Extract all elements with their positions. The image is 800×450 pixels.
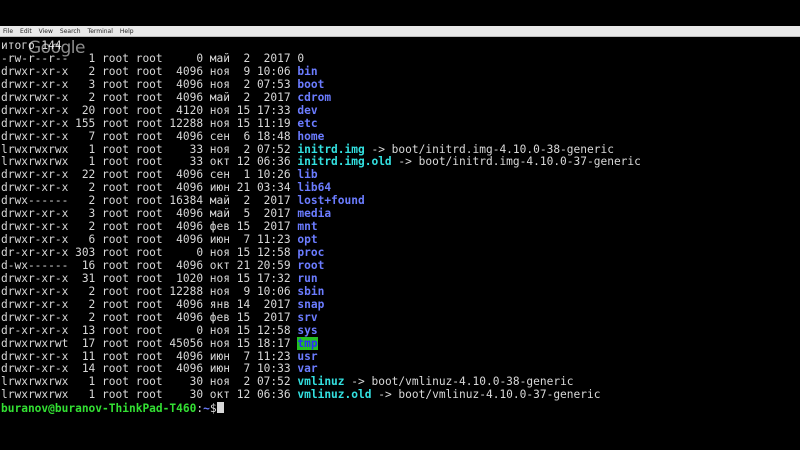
listing-meta: drwx------ 2 root root 16384 май 2 2017 [1, 194, 298, 208]
listing-meta: drwxr-xr-x 20 root root 4120 ноя 15 17:3… [1, 103, 298, 117]
listing-filename: etc [297, 116, 318, 130]
listing-filename: lost+found [297, 194, 365, 208]
listing-filename: var [297, 362, 318, 376]
listing-meta: dr-xr-xr-x 303 root root 0 ноя 15 12:58 [1, 246, 298, 259]
symlink-target: -> boot/initrd.img-4.10.0-38-generic [364, 142, 614, 156]
listing-meta: drwxr-xr-x 2 root root 4096 ноя 9 10:06 [1, 64, 298, 78]
listing-meta: drwxr-xr-x 31 root root 1020 ноя 15 17:3… [1, 271, 298, 285]
symlink-target: -> boot/initrd.img-4.10.0-37-generic [391, 155, 641, 169]
listing-meta: drwxr-xr-x 155 root root 12288 ноя 15 11… [1, 116, 298, 130]
listing-meta: drwxr-xr-x 3 root root 4096 ноя 2 07:53 [1, 77, 298, 91]
listing-filename: lib64 [297, 181, 332, 195]
listing-meta: lrwxrwxrwx 1 root root 30 окт 12 06:36 [1, 388, 298, 402]
menu-search[interactable]: Search [60, 28, 81, 35]
listing-filename: cdrom [297, 90, 332, 104]
listing-meta: drwxr-xr-x 2 root root 4096 фев 15 2017 [1, 220, 298, 234]
terminal-menu-bar: File Edit View Search Terminal Help [0, 26, 800, 37]
prompt-line[interactable]: buranov@buranov-ThinkPad-T460:~$ [0, 402, 641, 415]
listing-meta: drwxr-xr-x 11 root root 4096 июн 7 11:23 [1, 349, 298, 363]
listing-meta: lrwxrwxrwx 1 root root 33 окт 12 06:36 [1, 155, 298, 169]
video-letterbox-top [0, 0, 800, 26]
menu-terminal[interactable]: Terminal [88, 28, 113, 35]
listing-filename: lib [297, 168, 318, 182]
listing-row: lrwxrwxrwx 1 root root 30 окт 12 06:36 v… [0, 388, 641, 402]
listing-filename: home [297, 129, 325, 143]
prompt-user-host: buranov@buranov-ThinkPad-T460 [1, 402, 197, 416]
symlink-target: -> boot/vmlinuz-4.10.0-37-generic [371, 388, 601, 402]
listing-filename: run [297, 271, 318, 285]
google-watermark: Google [28, 38, 85, 58]
menu-help[interactable]: Help [120, 28, 134, 35]
listing-meta: drwxr-xr-x 2 root root 4096 фев 15 2017 [1, 310, 298, 324]
listing-filename: media [297, 207, 332, 221]
listing-filename: dev [297, 103, 318, 117]
listing-filename: root [297, 258, 325, 272]
listing-meta: dr-xr-xr-x 13 root root 0 ноя 15 12:58 [1, 323, 298, 337]
listing-filename: srv [297, 310, 318, 324]
menu-file[interactable]: File [3, 28, 13, 35]
listing-filename: 0 [297, 51, 305, 65]
listing-filename: vmlinuz [297, 375, 345, 389]
listing-meta: drwxr-xr-x 14 root root 4096 июн 7 10:33 [1, 362, 298, 376]
listing-filename: mnt [297, 220, 318, 234]
listing-meta: drwxr-xr-x 7 root root 4096 сен 6 18:48 [1, 129, 298, 143]
listing-filename: vmlinuz.old [297, 388, 372, 402]
listing-meta: drwxr-xr-x 3 root root 4096 май 5 2017 [1, 207, 298, 221]
text-cursor [216, 402, 224, 414]
listing-meta: drwxr-xr-x 22 root root 4096 сен 1 10:26 [1, 168, 298, 182]
listing-meta: drwxrwxr-x 2 root root 4096 май 2 2017 [1, 90, 298, 104]
listing-filename: tmp [297, 336, 318, 350]
listing-filename: usr [297, 349, 318, 363]
symlink-target: -> boot/vmlinuz-4.10.0-38-generic [344, 375, 574, 389]
listing-meta: lrwxrwxrwx 1 root root 30 ноя 2 07:52 [1, 375, 298, 389]
listing-filename: opt [297, 233, 318, 247]
listing-filename: sbin [297, 284, 325, 298]
terminal-output[interactable]: итого 144 -rw-r--r-- 1 root root 0 май 2… [0, 37, 800, 420]
listing-meta: drwxr-xr-x 2 root root 12288 ноя 9 10:06 [1, 284, 298, 298]
listing-filename: bin [297, 64, 318, 78]
prompt-path: ~ [203, 402, 210, 416]
listing-meta: drwxr-xr-x 6 root root 4096 июн 7 11:23 [1, 233, 298, 247]
menu-edit[interactable]: Edit [20, 28, 32, 35]
listing-filename: initrd.img.old [297, 155, 392, 169]
prompt-symbol: $ [209, 402, 217, 416]
listing-meta: drwxr-xr-x 2 root root 4096 июн 21 03:34 [1, 181, 298, 195]
terminal-lines: итого 144 -rw-r--r-- 1 root root 0 май 2… [0, 39, 641, 415]
listing-meta: drwxr-xr-x 2 root root 4096 янв 14 2017 [1, 297, 298, 311]
menu-view[interactable]: View [39, 28, 53, 35]
listing-meta: lrwxrwxrwx 1 root root 33 ноя 2 07:52 [1, 142, 298, 156]
listing-filename: boot [297, 77, 325, 91]
listing-meta: drwxrwxrwt 17 root root 45056 ноя 15 18:… [1, 336, 298, 350]
listing-filename: sys [297, 323, 318, 337]
listing-filename: snap [297, 297, 325, 311]
video-letterbox-bottom [0, 420, 800, 450]
listing-filename: proc [297, 246, 325, 259]
listing-filename: initrd.img [297, 142, 365, 156]
listing-meta: d-wx------ 16 root root 4096 окт 21 20:5… [1, 258, 298, 272]
